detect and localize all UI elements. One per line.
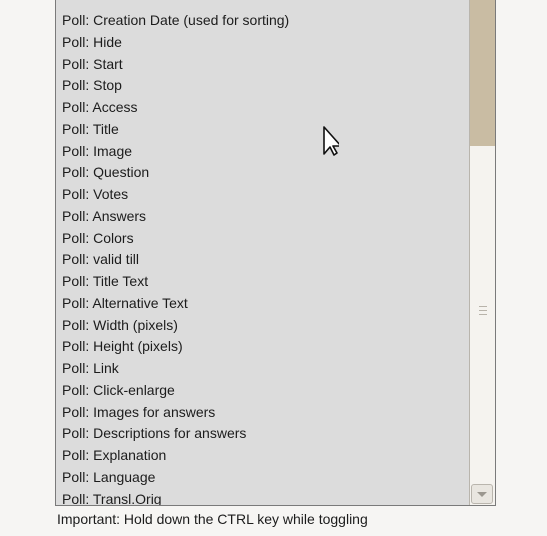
field-multiselect-list[interactable]: Poll: Creation Date (used for sorting) P… [55,0,496,506]
list-option[interactable]: Poll: Votes [56,184,470,206]
list-option[interactable]: Poll: Image [56,141,470,163]
list-option[interactable]: Poll: Alternative Text [56,293,470,315]
list-option[interactable]: Poll: Height (pixels) [56,336,470,358]
help-text: Important: Hold down the CTRL key while … [57,511,368,527]
list-option[interactable]: Poll: Title Text [56,271,470,293]
list-option[interactable]: Poll: Width (pixels) [56,315,470,337]
list-option[interactable]: Poll: Descriptions for answers [56,423,470,445]
vertical-scrollbar[interactable] [469,0,495,505]
option-list: Poll: Creation Date (used for sorting) P… [56,0,470,506]
mouse-cursor-icon [323,126,339,156]
scrollbar-grip-icon [479,306,487,315]
list-option[interactable]: Poll: Title [56,119,470,141]
list-option[interactable]: Poll: valid till [56,249,470,271]
scroll-down-arrow-icon[interactable] [471,484,493,504]
list-option[interactable]: Poll: Link [56,358,470,380]
list-option[interactable]: Poll: Click-enlarge [56,380,470,402]
list-option[interactable]: Poll: Stop [56,75,470,97]
list-option[interactable]: Poll: Answers [56,206,470,228]
scrollbar-thumb[interactable] [470,0,495,146]
list-option[interactable]: Poll: Hide [56,32,470,54]
list-option[interactable]: Poll: Explanation [56,445,470,467]
list-option[interactable]: Poll: Question [56,162,470,184]
list-option[interactable]: Poll: Language [56,467,470,489]
list-option[interactable]: Poll: Images for answers [56,402,470,424]
list-option[interactable]: Poll: Access [56,97,470,119]
list-option[interactable]: Poll: Colors [56,228,470,250]
list-option[interactable]: Poll: Start [56,54,470,76]
list-option[interactable]: Poll: Transl.Orig [56,489,470,506]
list-option[interactable]: Poll: Creation Date (used for sorting) [56,10,470,32]
